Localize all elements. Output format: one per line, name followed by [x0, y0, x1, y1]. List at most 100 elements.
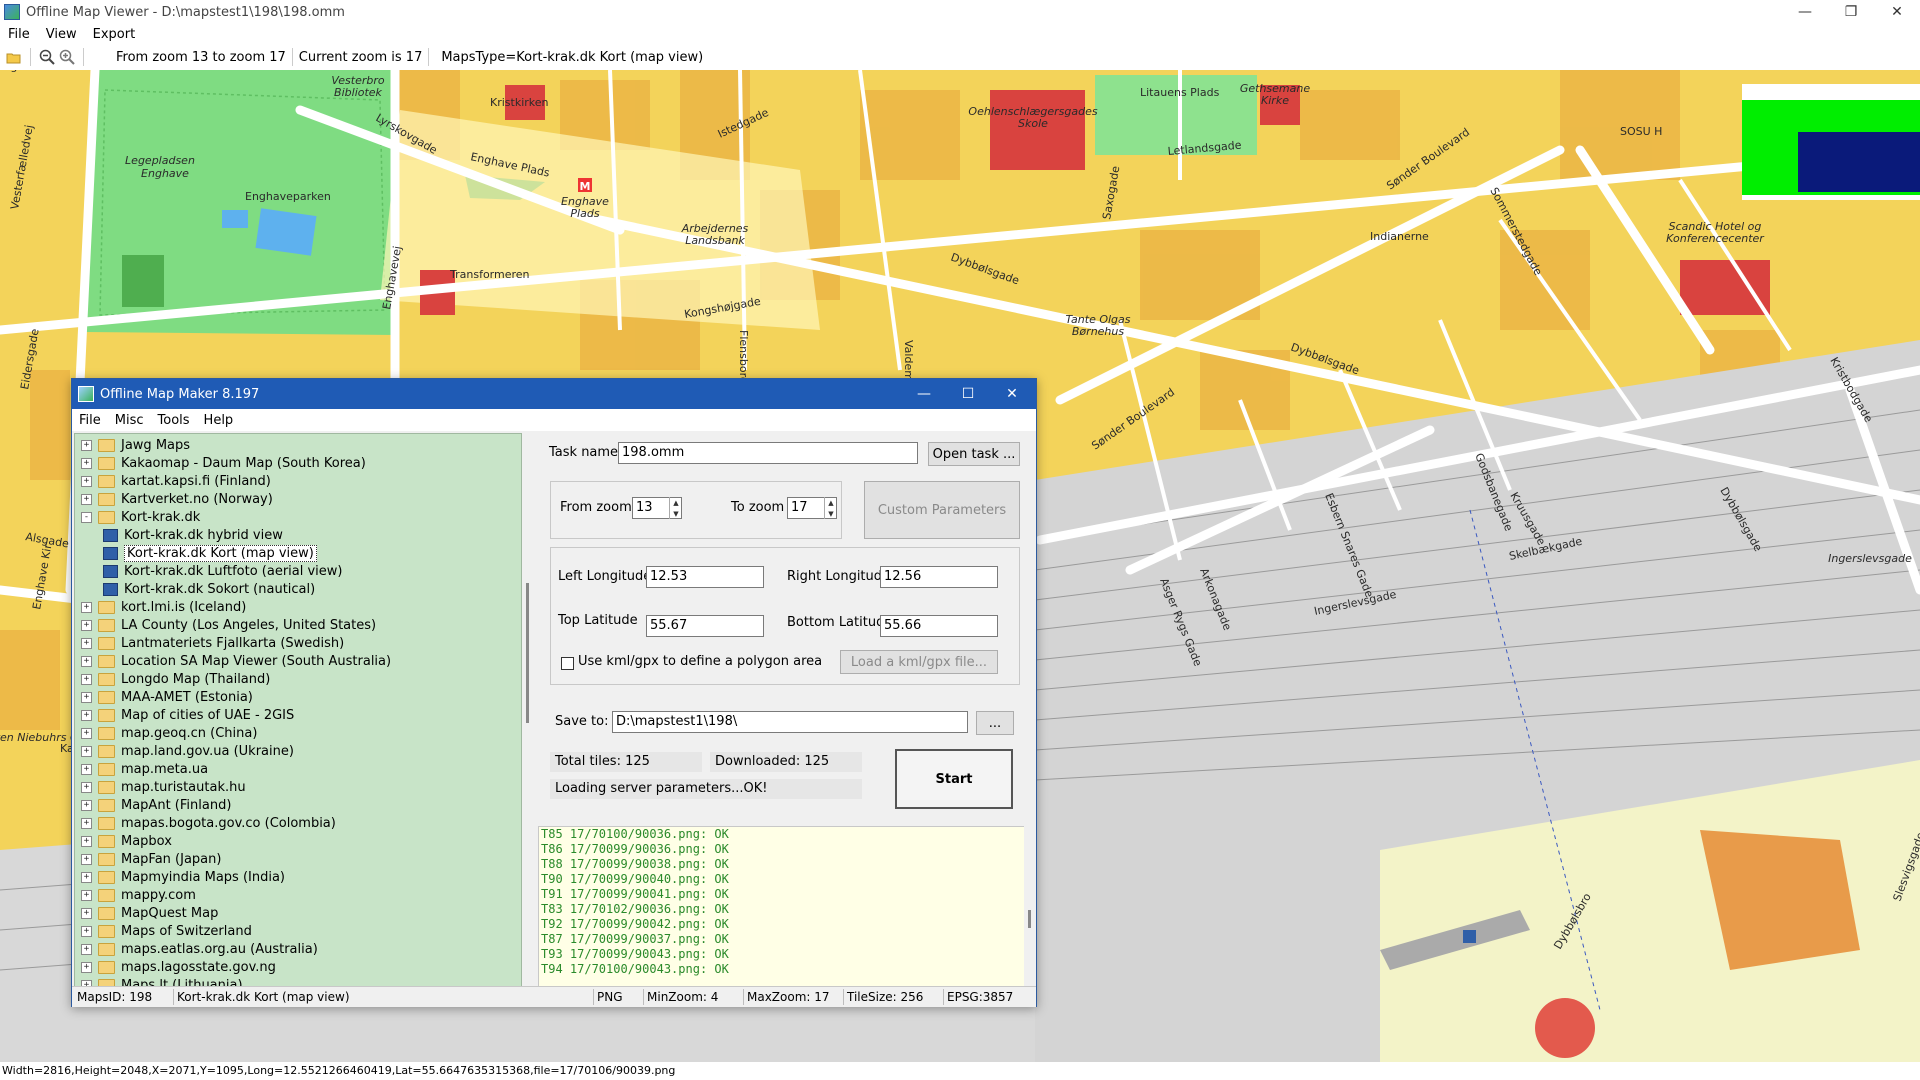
load-kml-button[interactable]: Load a kml/gpx file... — [840, 650, 998, 674]
log-scrollbar[interactable] — [1024, 826, 1036, 986]
tree-item[interactable]: + Jawg Maps — [81, 436, 190, 454]
tree-item[interactable]: + map.meta.ua — [81, 760, 208, 778]
start-button[interactable]: Start — [895, 749, 1013, 809]
tree-item[interactable]: + Mapbox — [81, 832, 172, 850]
tree-expander-icon[interactable]: + — [81, 817, 92, 829]
tree-item[interactable]: Kort-krak.dk hybrid view — [103, 526, 283, 544]
tree-expander-icon[interactable]: + — [81, 943, 92, 955]
zoom-out-icon[interactable] — [37, 47, 57, 67]
tree-item[interactable]: + Lantmateriets Fjallkarta (Swedish) — [81, 634, 344, 652]
tree-item[interactable]: + MAA-AMET (Estonia) — [81, 688, 253, 706]
tree-expander-icon[interactable]: + — [81, 781, 92, 793]
tree-expander-icon[interactable]: + — [81, 601, 92, 613]
tree-expander-icon[interactable]: + — [81, 655, 92, 667]
tree-expander-icon[interactable]: + — [81, 961, 92, 973]
tree-expander-icon[interactable]: + — [81, 763, 92, 775]
tree-expander-icon[interactable]: - — [81, 511, 92, 523]
map-label: Dybbølsbro — [1551, 891, 1594, 952]
tree-expander-icon[interactable]: + — [81, 835, 92, 847]
tree-expander-icon[interactable]: + — [81, 493, 92, 505]
tree-item[interactable]: + kartat.kapsi.fi (Finland) — [81, 472, 271, 490]
from-zoom-spinner[interactable]: ▲ ▼ — [669, 497, 682, 519]
folder-icon — [98, 798, 115, 812]
tree-expander-icon[interactable]: + — [81, 709, 92, 721]
tree-item[interactable]: + mapas.bogota.gov.co (Colombia) — [81, 814, 336, 832]
open-task-button[interactable]: Open task ... — [928, 442, 1020, 466]
dialog-menu-misc[interactable]: Misc — [108, 413, 151, 428]
dialog-menu-file[interactable]: File — [72, 413, 108, 428]
tree-item-label: MAA-AMET (Estonia) — [121, 689, 253, 705]
right-longitude-input[interactable]: 12.56 — [880, 566, 998, 588]
tree-item[interactable]: - Kort-krak.dk — [81, 508, 200, 526]
left-longitude-input[interactable]: 12.53 — [646, 566, 764, 588]
tree-item[interactable]: + map.geoq.cn (China) — [81, 724, 257, 742]
tree-expander-icon[interactable]: + — [81, 853, 92, 865]
menu-file[interactable]: File — [0, 27, 38, 42]
map-label: Sommerstedgade — [1487, 185, 1544, 278]
tree-item[interactable]: + Longdo Map (Thailand) — [81, 670, 270, 688]
browse-folder-button[interactable]: ... — [976, 711, 1014, 735]
tree-scrollbar[interactable] — [522, 433, 536, 985]
tree-item[interactable]: + Kakaomap - Daum Map (South Korea) — [81, 454, 366, 472]
dialog-menubar: File Misc Tools Help — [72, 409, 1036, 431]
tree-item[interactable]: Kort-krak.dk Kort (map view) — [103, 544, 317, 562]
tree-expander-icon[interactable]: + — [81, 637, 92, 649]
tree-item[interactable]: + mappy.com — [81, 886, 196, 904]
zoom-in-icon[interactable] — [57, 47, 77, 67]
tree-item[interactable]: + Mapmyindia Maps (India) — [81, 868, 285, 886]
tree-item[interactable]: + LA County (Los Angeles, United States) — [81, 616, 376, 634]
tree-expander-icon[interactable]: + — [81, 673, 92, 685]
tree-expander-icon[interactable]: + — [81, 925, 92, 937]
dialog-close-button[interactable]: ✕ — [990, 379, 1034, 409]
tree-expander-icon[interactable]: + — [81, 907, 92, 919]
tree-expander-icon[interactable]: + — [81, 871, 92, 883]
tree-expander-icon[interactable]: + — [81, 799, 92, 811]
tree-expander-icon[interactable]: + — [81, 727, 92, 739]
tree-expander-icon[interactable]: + — [81, 439, 92, 451]
custom-parameters-button[interactable]: Custom Parameters — [864, 481, 1020, 539]
tree-expander-icon[interactable]: + — [81, 457, 92, 469]
menu-view[interactable]: View — [38, 27, 85, 42]
tree-item-label: Maps of Switzerland — [121, 923, 252, 939]
tree-item[interactable]: + Maps of Switzerland — [81, 922, 252, 940]
map-label: Istedgade — [716, 106, 771, 141]
to-zoom-spinner[interactable]: ▲ ▼ — [824, 497, 837, 519]
close-button[interactable]: ✕ — [1874, 0, 1920, 24]
task-name-input[interactable]: 198.omm — [618, 442, 918, 464]
tree-item[interactable]: Kort-krak.dk Luftfoto (aerial view) — [103, 562, 343, 580]
tree-item[interactable]: + map.turistautak.hu — [81, 778, 246, 796]
tree-expander-icon[interactable]: + — [81, 745, 92, 757]
tree-expander-icon[interactable]: + — [81, 889, 92, 901]
use-kml-label: Use kml/gpx to define a polygon area — [578, 654, 823, 669]
tree-item[interactable]: + map.land.gov.ua (Ukraine) — [81, 742, 294, 760]
dialog-menu-tools[interactable]: Tools — [151, 413, 197, 428]
tree-item-label: Mapbox — [121, 833, 172, 849]
top-latitude-input[interactable]: 55.67 — [646, 615, 764, 637]
status-tile-size: TileSize: 256 — [844, 989, 944, 1005]
use-kml-checkbox[interactable] — [561, 657, 574, 670]
tree-item[interactable]: + maps.lagosstate.gov.ng — [81, 958, 276, 976]
tree-expander-icon[interactable]: + — [81, 691, 92, 703]
minimize-button[interactable]: — — [1782, 0, 1828, 24]
tree-expander-icon[interactable]: + — [81, 619, 92, 631]
tree-item[interactable]: + maps.eatlas.org.au (Australia) — [81, 940, 318, 958]
tree-item[interactable]: + Location SA Map Viewer (South Australia… — [81, 652, 391, 670]
bottom-latitude-input[interactable]: 55.66 — [880, 615, 998, 637]
tree-item[interactable]: Kort-krak.dk Sokort (nautical) — [103, 580, 315, 598]
tree-item[interactable]: + Kartverket.no (Norway) — [81, 490, 273, 508]
map-source-tree[interactable]: + Jawg Maps + Kakaomap - Daum Map (South Ko… — [74, 433, 522, 987]
tree-item[interactable]: + kort.lmi.is (Iceland) — [81, 598, 246, 616]
maximize-button[interactable]: ❐ — [1828, 0, 1874, 24]
save-to-input[interactable]: D:\mapstest1\198\ — [612, 711, 968, 733]
tree-item[interactable]: + Map of cities of UAE - 2GIS — [81, 706, 294, 724]
dialog-app-icon — [78, 386, 94, 402]
tree-item[interactable]: + MapAnt (Finland) — [81, 796, 231, 814]
menu-export[interactable]: Export — [85, 27, 144, 42]
tree-item[interactable]: + MapQuest Map — [81, 904, 218, 922]
open-folder-icon[interactable] — [4, 47, 24, 67]
tree-expander-icon[interactable]: + — [81, 475, 92, 487]
dialog-minimize-button[interactable]: — — [902, 379, 946, 409]
dialog-menu-help[interactable]: Help — [197, 413, 241, 428]
dialog-maximize-button[interactable]: ☐ — [946, 379, 990, 409]
tree-item[interactable]: + MapFan (Japan) — [81, 850, 221, 868]
